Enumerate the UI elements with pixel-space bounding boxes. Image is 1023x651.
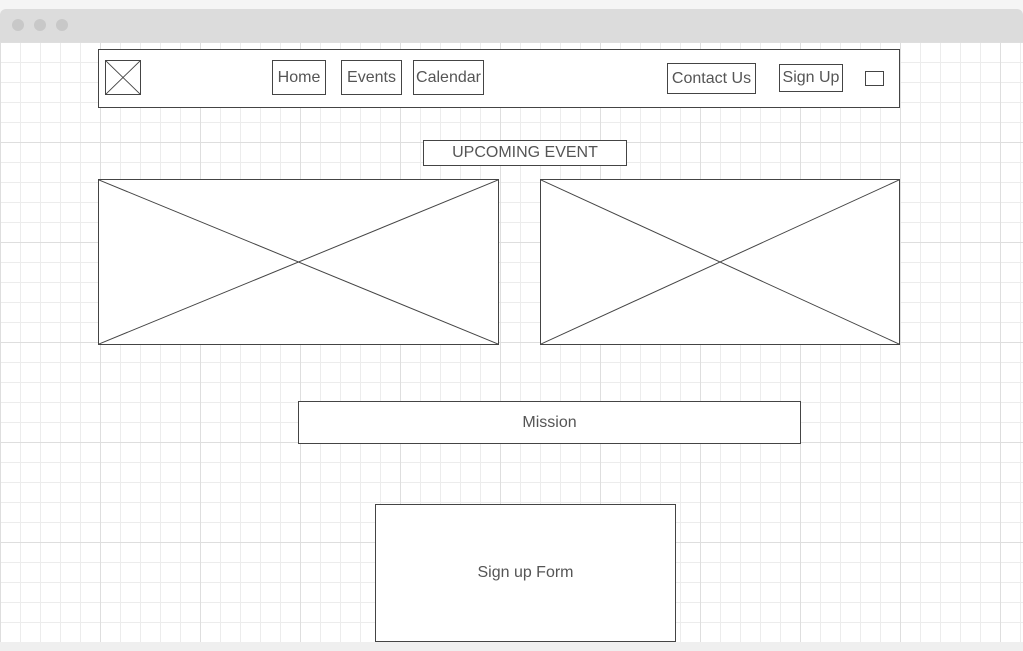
menu-placeholder-icon[interactable] [865, 71, 884, 86]
sign-up-form-section[interactable]: Sign up Form [375, 504, 676, 642]
minimize-window-dot-icon[interactable] [34, 19, 46, 31]
event-image-placeholder-icon[interactable] [98, 179, 499, 345]
nav-home-button[interactable]: Home [272, 60, 326, 95]
close-window-dot-icon[interactable] [12, 19, 24, 31]
window-bottom-edge [0, 642, 1023, 651]
logo-image-placeholder-icon[interactable] [105, 60, 141, 95]
window-titlebar [0, 9, 1023, 42]
contact-us-button[interactable]: Contact Us [667, 63, 756, 94]
maximize-window-dot-icon[interactable] [56, 19, 68, 31]
sign-up-button[interactable]: Sign Up [779, 64, 843, 92]
upcoming-event-heading: UPCOMING EVENT [423, 140, 627, 166]
nav-events-button[interactable]: Events [341, 60, 402, 95]
nav-calendar-button[interactable]: Calendar [413, 60, 484, 95]
mission-section: Mission [298, 401, 801, 444]
event-image-placeholder-icon[interactable] [540, 179, 900, 345]
